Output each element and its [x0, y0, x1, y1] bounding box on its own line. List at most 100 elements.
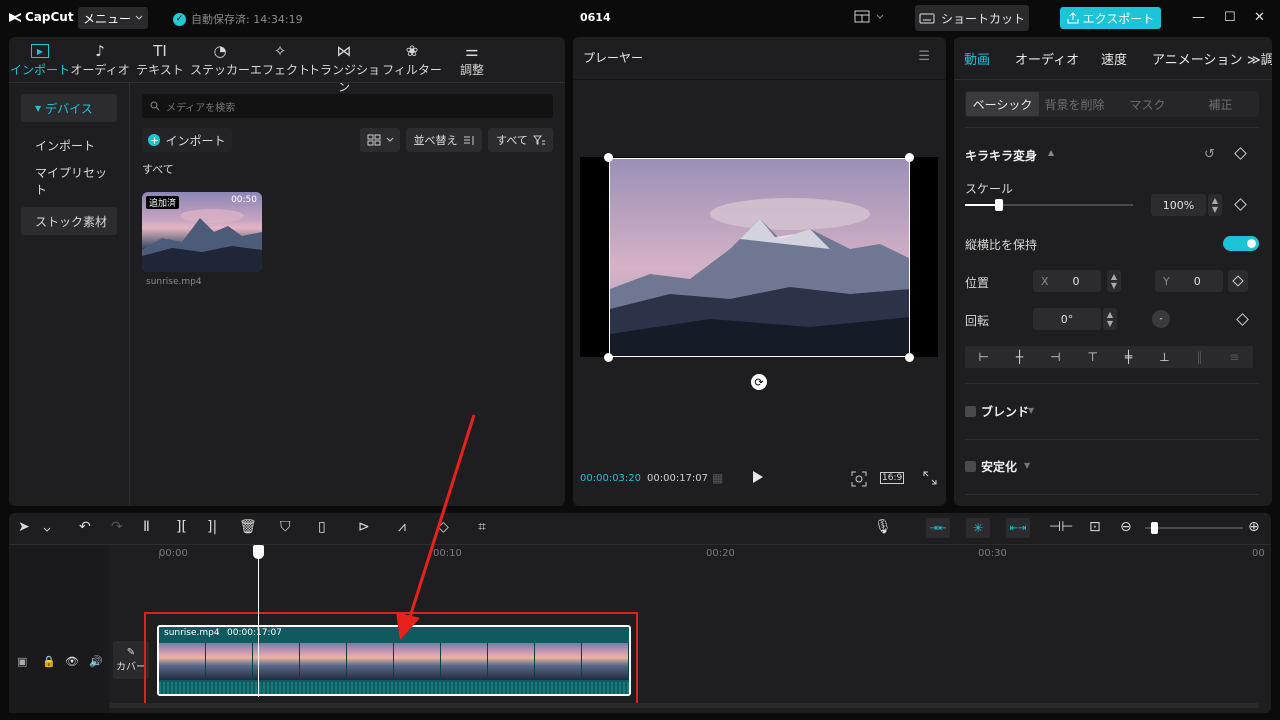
- redo-icon[interactable]: ↷: [111, 519, 123, 535]
- snap-icon[interactable]: ✳: [966, 518, 990, 538]
- rotate-icon[interactable]: ◇: [438, 519, 449, 535]
- fullscreen-icon[interactable]: [923, 471, 937, 488]
- distribute-h-icon[interactable]: ‖: [1196, 350, 1202, 364]
- project-name[interactable]: 0614: [580, 11, 611, 24]
- zoom-in-icon[interactable]: ⊕: [1248, 519, 1260, 535]
- toolbar-effect-button[interactable]: ✧ エフェクト: [249, 41, 311, 78]
- reverse-icon[interactable]: ⊳: [358, 519, 370, 535]
- main-track-magnet-icon[interactable]: ⇥⇤: [926, 518, 950, 538]
- eye-icon[interactable]: 👁: [65, 655, 79, 668]
- zoom-out-icon[interactable]: ⊖: [1120, 519, 1132, 535]
- toolbar-adjust-button[interactable]: ⚌ 調整: [441, 41, 503, 78]
- scale-stepper[interactable]: ▲ ▼: [1208, 194, 1222, 216]
- delete-icon[interactable]: 🗑: [239, 519, 257, 535]
- zoom-slider-knob[interactable]: [1151, 522, 1158, 534]
- tab-speed[interactable]: 速度: [1101, 49, 1127, 68]
- play-button[interactable]: [752, 470, 764, 487]
- maximize-icon[interactable]: ☐: [1224, 10, 1236, 25]
- keyframe-icon[interactable]: [1234, 198, 1247, 211]
- x-stepper[interactable]: ▲ ▼: [1107, 270, 1121, 292]
- zoom-fit-icon[interactable]: ⊡: [1089, 519, 1101, 535]
- align-center-v-icon[interactable]: ╪: [1125, 350, 1132, 364]
- sort-button[interactable]: 並べ替え: [406, 128, 482, 152]
- keyframe-button[interactable]: [1228, 270, 1248, 292]
- search-input[interactable]: メディアを検索: [142, 94, 553, 118]
- trim-left-icon[interactable]: ][: [176, 519, 187, 535]
- waveform-icon[interactable]: ▦: [712, 471, 723, 485]
- freeze-icon[interactable]: ▯: [318, 519, 326, 535]
- rotation-input[interactable]: 0°: [1033, 308, 1101, 330]
- playhead-handle[interactable]: [253, 545, 264, 559]
- hamburger-icon[interactable]: ☰: [918, 49, 930, 64]
- crop-icon[interactable]: ⌗: [478, 519, 486, 535]
- tab-audio[interactable]: オーディオ: [1015, 49, 1079, 68]
- preview-axis-icon[interactable]: ⊣⊢: [1049, 519, 1073, 535]
- toolbar-filter-button[interactable]: ❀ フィルター: [381, 41, 443, 78]
- toolbar-audio-button[interactable]: ♪ オーディオ: [69, 41, 131, 78]
- distribute-v-icon[interactable]: ≡: [1229, 350, 1239, 364]
- align-left-icon[interactable]: ⊢: [978, 350, 988, 364]
- caret-up-icon[interactable]: ▲: [1048, 148, 1054, 157]
- undo-icon[interactable]: ↶: [79, 519, 91, 535]
- main-menu-button[interactable]: メニュー: [78, 7, 148, 29]
- stabilize-checkbox[interactable]: [965, 461, 976, 472]
- layout-button[interactable]: [854, 10, 884, 23]
- keyframe-icon[interactable]: [1234, 147, 1247, 160]
- split-icon[interactable]: Ⅱ: [143, 519, 150, 535]
- resize-handle[interactable]: [905, 353, 914, 362]
- caret-down-icon[interactable]: ▼: [1028, 406, 1034, 415]
- subtab-basic[interactable]: ベーシック: [966, 92, 1039, 116]
- filter-button[interactable]: すべて: [488, 128, 553, 152]
- align-bottom-icon[interactable]: ⊥: [1159, 350, 1169, 364]
- microphone-icon[interactable]: 🎙: [874, 519, 892, 535]
- align-right-icon[interactable]: ⊣: [1050, 350, 1060, 364]
- lock-icon[interactable]: 🔒: [42, 655, 56, 668]
- rotate-handle-icon[interactable]: ⟳: [751, 374, 767, 390]
- align-center-h-icon[interactable]: ┼: [1016, 350, 1023, 364]
- import-button[interactable]: + インポート: [142, 128, 232, 152]
- playhead[interactable]: [258, 559, 259, 697]
- toolbar-text-button[interactable]: TI テキスト: [129, 41, 191, 78]
- position-y-input[interactable]: Y 0: [1155, 270, 1223, 292]
- link-icon[interactable]: ⇤⇥: [1006, 518, 1030, 538]
- subtab-correction[interactable]: 補正: [1184, 92, 1257, 116]
- close-icon[interactable]: ✕: [1254, 10, 1265, 25]
- align-top-icon[interactable]: ⊤: [1087, 350, 1097, 364]
- trim-right-icon[interactable]: ]|: [207, 519, 217, 535]
- speaker-icon[interactable]: 🔊: [89, 655, 103, 668]
- position-x-input[interactable]: X 0: [1033, 270, 1101, 292]
- rotation-stepper[interactable]: ▲ ▼: [1103, 308, 1117, 330]
- select-tool-icon[interactable]: ➤: [18, 519, 30, 535]
- blend-checkbox[interactable]: [965, 406, 976, 417]
- scale-input[interactable]: 100%: [1151, 194, 1206, 216]
- media-clip-thumbnail[interactable]: 追加済 00:50: [142, 192, 262, 272]
- tab-animation[interactable]: アニメーション: [1152, 49, 1242, 68]
- scale-slider[interactable]: [965, 199, 1133, 211]
- resize-handle[interactable]: [604, 353, 613, 362]
- keep-ratio-toggle[interactable]: [1223, 236, 1259, 251]
- toolbar-sticker-button[interactable]: ◔ ステッカー: [189, 41, 251, 78]
- reset-icon[interactable]: ↺: [1204, 147, 1215, 162]
- export-button[interactable]: エクスポート: [1060, 7, 1161, 29]
- marker-icon[interactable]: ⛉: [280, 519, 291, 535]
- sidebar-item-presets[interactable]: マイプリセット: [21, 166, 117, 197]
- minimize-icon[interactable]: —: [1192, 10, 1205, 25]
- mirror-icon[interactable]: ⩘: [398, 519, 406, 535]
- fit-view-icon[interactable]: [851, 471, 867, 490]
- sidebar-item-device[interactable]: ▼ デバイス: [21, 94, 117, 122]
- sidebar-item-import[interactable]: インポート: [21, 131, 117, 159]
- video-frame[interactable]: [609, 158, 910, 357]
- aspect-ratio-button[interactable]: 16:9: [880, 472, 905, 484]
- subtab-mask[interactable]: マスク: [1111, 92, 1184, 116]
- scale-slider-knob[interactable]: [994, 199, 1003, 211]
- shortcut-button[interactable]: ショートカット: [915, 5, 1029, 31]
- sidebar-item-stock[interactable]: ストック素材: [21, 207, 117, 235]
- resize-handle[interactable]: [604, 153, 613, 162]
- zoom-slider[interactable]: [1145, 522, 1243, 534]
- chevron-down-icon[interactable]: [43, 522, 51, 536]
- toolbar-transition-button[interactable]: ⋈ トランジション: [304, 41, 384, 95]
- keyframe-icon[interactable]: [1236, 313, 1249, 326]
- tab-video[interactable]: 動画: [964, 49, 990, 68]
- resize-handle[interactable]: [905, 153, 914, 162]
- caret-down-icon[interactable]: ▼: [1024, 461, 1030, 470]
